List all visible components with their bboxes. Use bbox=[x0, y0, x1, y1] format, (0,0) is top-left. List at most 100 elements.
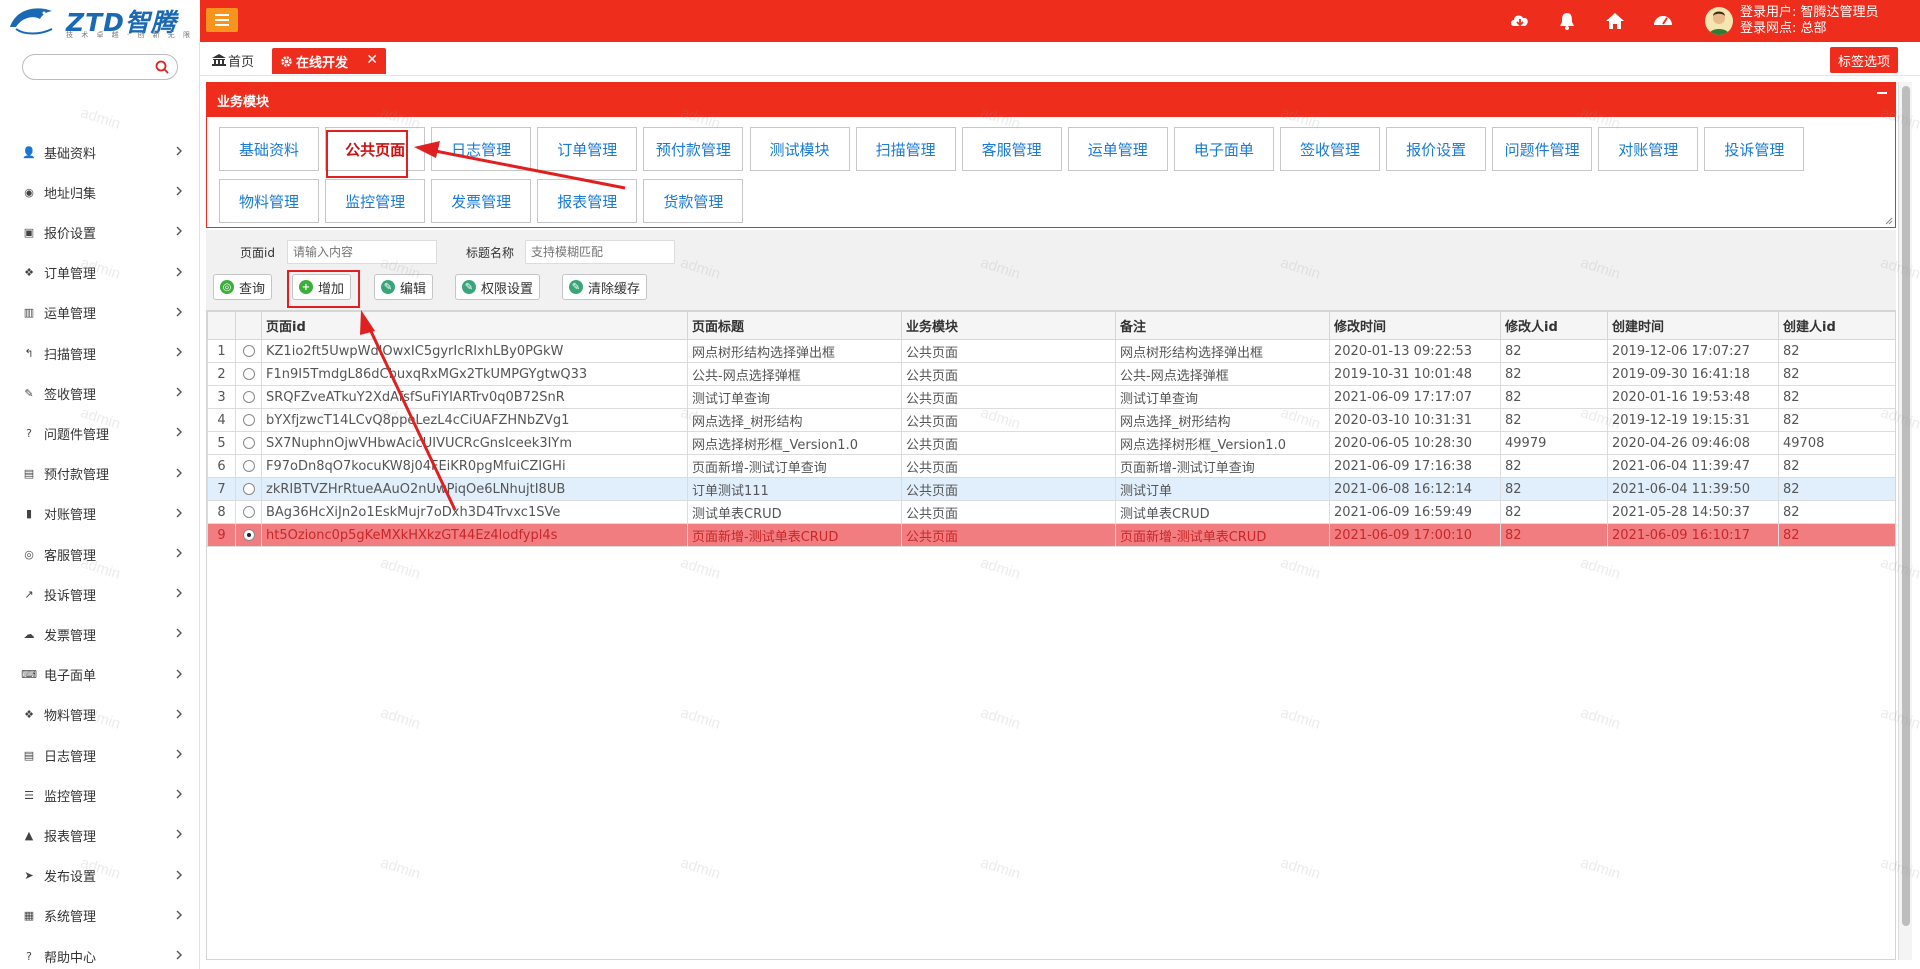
menu-toggle-button[interactable] bbox=[206, 8, 238, 32]
column-header[interactable]: 备注 bbox=[1115, 311, 1330, 340]
cloud-download-icon[interactable] bbox=[1509, 10, 1531, 32]
module-button[interactable]: 客服管理 bbox=[961, 127, 1062, 171]
table-row[interactable]: 7 zkRIBTVZHrRtueAAuO2nUwPiqOe6LNhujtI8UB 订… bbox=[207, 477, 1895, 501]
top-header: ZTD智腾达 技 术 卓 越 · 创 新 无 限 登录用户: 智腾达管理员 登录… bbox=[0, 0, 1920, 73]
table-row[interactable]: 1 KZ1io2ft5UwpWdlOwxIC5gyrIcRlxhLBy0PGkW 网… bbox=[207, 339, 1895, 363]
sidebar-item-19[interactable]: ▦ 系统管理 bbox=[0, 896, 200, 936]
sidebar-search[interactable] bbox=[22, 54, 178, 80]
module-button[interactable]: 监控管理 bbox=[325, 179, 426, 223]
home-icon[interactable] bbox=[1604, 10, 1626, 32]
module-button[interactable]: 订单管理 bbox=[537, 127, 638, 171]
table-cell: 公共-网点选择弹框 bbox=[1115, 362, 1330, 386]
row-radio[interactable] bbox=[242, 391, 255, 403]
permission-button[interactable]: ✎ 权限设置 bbox=[455, 274, 541, 300]
sidebar-item-9[interactable]: ▮ 对账管理 bbox=[0, 494, 200, 534]
sidebar-item-3[interactable]: ❖ 订单管理 bbox=[0, 253, 200, 293]
row-radio[interactable] bbox=[242, 437, 255, 449]
scrollbar-thumb[interactable] bbox=[1902, 86, 1910, 926]
column-header[interactable]: 创建人id bbox=[1778, 311, 1895, 340]
table-row[interactable]: 6 F97oDn8qO7kocuKW8j04FEiKR0pgMfuiCZIGHi 页… bbox=[207, 454, 1895, 478]
bell-icon[interactable] bbox=[1556, 10, 1578, 32]
sidebar-item-label: 客服管理 bbox=[44, 548, 97, 564]
sidebar-item-8[interactable]: ▤ 预付款管理 bbox=[0, 454, 200, 494]
table-row[interactable]: 2 F1n9I5TmdgL86dCbuxqRxMGx2TkUMPGYgtwQ33 公… bbox=[207, 362, 1895, 386]
vertical-scrollbar[interactable] bbox=[1898, 82, 1912, 960]
column-header[interactable]: 修改人id bbox=[1500, 311, 1608, 340]
row-radio[interactable] bbox=[242, 368, 255, 380]
module-button[interactable]: 报表管理 bbox=[537, 179, 638, 223]
search-icon[interactable] bbox=[155, 60, 169, 74]
avatar[interactable] bbox=[1705, 7, 1733, 35]
module-button[interactable]: 对账管理 bbox=[1598, 127, 1699, 171]
sidebar-search-input[interactable] bbox=[33, 56, 153, 78]
sidebar-item-11[interactable]: ↗ 投诉管理 bbox=[0, 574, 200, 614]
sidebar-item-13[interactable]: ⌨ 电子面单 bbox=[0, 655, 200, 695]
module-button[interactable]: 扫描管理 bbox=[855, 127, 956, 171]
table-cell: 网点树形结构选择弹出框 bbox=[687, 339, 902, 363]
sidebar-item-14[interactable]: ❖ 物料管理 bbox=[0, 695, 200, 735]
module-button[interactable]: 货款管理 bbox=[643, 179, 744, 223]
module-button[interactable]: 公共页面 bbox=[325, 127, 426, 171]
module-button[interactable]: 报价设置 bbox=[1386, 127, 1487, 171]
column-header[interactable]: 页面标题 bbox=[687, 311, 902, 340]
table-row[interactable]: 8 BAg36HcXiJn2o1EskMujr7oDxh3D4Trvxc1SVe 测… bbox=[207, 500, 1895, 524]
sidebar-item-6[interactable]: ✎ 签收管理 bbox=[0, 373, 200, 413]
dashboard-icon[interactable] bbox=[1652, 10, 1674, 32]
module-button[interactable]: 问题件管理 bbox=[1492, 127, 1593, 171]
module-button[interactable]: 运单管理 bbox=[1067, 127, 1168, 171]
module-button[interactable]: 投诉管理 bbox=[1704, 127, 1805, 171]
sidebar-item-1[interactable]: ◉ 地址归集 bbox=[0, 172, 200, 212]
module-button[interactable]: 测试模块 bbox=[749, 127, 850, 171]
module-button[interactable]: 签收管理 bbox=[1280, 127, 1380, 171]
sidebar-item-20[interactable]: ? 帮助中心 bbox=[0, 936, 200, 969]
tab-options-button[interactable]: 标签选项 bbox=[1829, 47, 1898, 73]
table-row[interactable]: 9 ht5Ozionc0p5gKeMXkHXkzGT44Ez4lodfypl4s 页… bbox=[207, 523, 1895, 547]
column-header[interactable]: 创建时间 bbox=[1607, 311, 1779, 340]
module-button[interactable]: 物料管理 bbox=[219, 179, 319, 223]
sidebar-item-7[interactable]: ? 问题件管理 bbox=[0, 413, 200, 453]
page-id-input[interactable] bbox=[287, 240, 437, 264]
clear-cache-button[interactable]: ✎ 清除缓存 bbox=[562, 274, 648, 300]
row-radio[interactable] bbox=[242, 345, 255, 357]
sidebar-item-17[interactable]: ▲ 报表管理 bbox=[0, 815, 200, 855]
edit-button[interactable]: ✎ 编辑 bbox=[374, 274, 434, 300]
sidebar-item-10[interactable]: ◎ 客服管理 bbox=[0, 534, 200, 574]
sidebar-item-15[interactable]: ▤ 日志管理 bbox=[0, 735, 200, 775]
sidebar-item-18[interactable]: ➤ 发布设置 bbox=[0, 856, 200, 896]
title-input[interactable] bbox=[525, 240, 675, 264]
row-radio[interactable] bbox=[242, 483, 255, 495]
chevron-right-icon bbox=[176, 789, 182, 799]
add-button[interactable]: + 增加 bbox=[292, 274, 352, 300]
row-radio[interactable] bbox=[242, 506, 255, 518]
module-button[interactable]: 日志管理 bbox=[431, 127, 532, 171]
module-button[interactable]: 基础资料 bbox=[219, 127, 319, 171]
close-icon[interactable]: ✕ bbox=[366, 52, 378, 68]
table-cell: 2020-03-10 10:31:31 bbox=[1329, 408, 1501, 432]
tab-home[interactable]: 首页 bbox=[212, 50, 254, 70]
row-radio[interactable] bbox=[242, 460, 255, 472]
sidebar-item-16[interactable]: ☰ 监控管理 bbox=[0, 775, 200, 815]
minimize-icon[interactable] bbox=[1877, 92, 1887, 94]
sidebar-item-label: 帮助中心 bbox=[44, 950, 97, 966]
table-row[interactable]: 5 SX7NuphnOjwVHbwAcicUIVUCRcGnsIceek3IYm 网… bbox=[207, 431, 1895, 455]
row-radio[interactable] bbox=[242, 414, 255, 426]
table-row[interactable]: 4 bYXfjzwcT14LCvQ8ppeLezL4cCiUAFZHNbZVg1 网… bbox=[207, 408, 1895, 432]
query-button[interactable]: ◎ 查询 bbox=[213, 274, 273, 300]
sidebar-item-4[interactable]: ▥ 运单管理 bbox=[0, 293, 200, 333]
sidebar-item-12[interactable]: ☁ 发票管理 bbox=[0, 614, 200, 654]
sidebar-item-2[interactable]: ▣ 报价设置 bbox=[0, 212, 200, 252]
column-header[interactable]: 业务模块 bbox=[901, 311, 1116, 340]
tab-online-dev[interactable]: 在线开发 ✕ bbox=[272, 48, 386, 74]
table-row[interactable]: 3 SRQFZveATkuY2XdAfsfSuFiYIARTrv0q0B72SnR… bbox=[207, 385, 1895, 409]
column-header[interactable]: 修改时间 bbox=[1329, 311, 1501, 340]
sidebar-item-0[interactable]: 👤 基础资料 bbox=[0, 132, 200, 172]
table-cell: 82 bbox=[1778, 500, 1895, 524]
module-button[interactable]: 发票管理 bbox=[431, 179, 532, 223]
module-button[interactable]: 电子面单 bbox=[1173, 127, 1274, 171]
row-radio[interactable] bbox=[242, 529, 255, 541]
module-button[interactable]: 预付款管理 bbox=[643, 127, 744, 171]
sidebar-item-5[interactable]: ↰ 扫描管理 bbox=[0, 333, 200, 373]
column-header[interactable]: 页面id bbox=[261, 311, 688, 340]
table-cell: 82 bbox=[1500, 339, 1608, 363]
resize-handle-icon[interactable] bbox=[1885, 217, 1893, 225]
